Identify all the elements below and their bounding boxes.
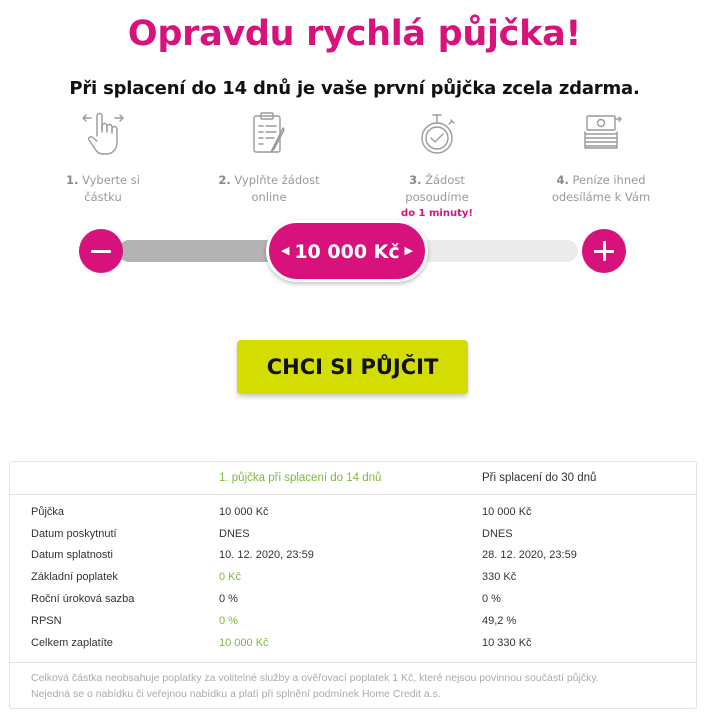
row-value-30-days: 10 330 Kč xyxy=(482,637,532,649)
step-4: 4. Peníze ihned odesíláme k Vám xyxy=(536,110,666,206)
table-row: Roční úroková sazba 0 % 0 % xyxy=(10,593,696,611)
table-divider-bottom xyxy=(10,662,696,663)
table-divider xyxy=(10,494,696,495)
step-4-text: 4. Peníze ihned odesíláme k Vám xyxy=(536,172,666,206)
row-value-14-days: DNES xyxy=(219,528,250,540)
table-row: Celkem zaplatíte 10 000 Kč 10 330 Kč xyxy=(10,637,696,655)
disclaimer-note: Celková částka neobsahuje poplatky za vo… xyxy=(31,670,681,702)
row-value-30-days: 330 Kč xyxy=(482,571,517,583)
header-14-days: 1. půjčka při splacení do 14 dnů xyxy=(219,472,382,484)
step-2-line2: online xyxy=(251,190,287,204)
row-label: Základní poplatek xyxy=(31,571,118,583)
table-row: Datum poskytnutí DNES DNES xyxy=(10,528,696,546)
row-label: RPSN xyxy=(31,615,62,627)
header-30-days: Při splacení do 30 dnů xyxy=(482,472,597,484)
table-row: Datum splatnosti 10. 12. 2020, 23:59 28. 1… xyxy=(10,549,696,567)
step-2-text: 2. Vyplňte žádost online xyxy=(204,172,334,206)
row-value-30-days: DNES xyxy=(482,528,513,540)
row-value-14-days: 0 % xyxy=(219,593,238,605)
step-3-text: 3. Žádost posoudíme xyxy=(372,172,502,206)
row-value-14-days: 10 000 Kč xyxy=(219,637,269,649)
slider-handle[interactable]: ◀ 10 000 Kč ▶ xyxy=(266,220,428,282)
row-value-30-days: 10 000 Kč xyxy=(482,506,532,518)
step-4-num: 4. xyxy=(556,173,569,187)
step-2-num: 2. xyxy=(218,173,231,187)
borrow-button[interactable]: CHCI SI PŮJČIT xyxy=(237,340,468,394)
step-2-line1: Vyplňte žádost xyxy=(234,173,320,187)
clipboard-form-icon xyxy=(253,112,285,153)
arrow-right-icon[interactable]: ▶ xyxy=(405,245,413,257)
slider-track-empty[interactable] xyxy=(410,240,578,262)
hand-swipe-icon xyxy=(82,112,124,155)
step-1: 1. Vyberte si částku xyxy=(38,110,168,206)
step-3-line2: posoudíme xyxy=(405,190,469,204)
row-label: Datum splatnosti xyxy=(31,549,113,561)
row-value-30-days: 28. 12. 2020, 23:59 xyxy=(482,549,577,561)
minus-icon xyxy=(91,250,111,253)
step-3-line1: Žádost xyxy=(425,173,465,187)
step-3-num: 3. xyxy=(409,173,422,187)
table-row: RPSN 0 % 49,2 % xyxy=(10,615,696,633)
step-2: 2. Vyplňte žádost online xyxy=(204,110,334,206)
step-4-line2: odesíláme k Vám xyxy=(551,190,651,204)
step-3-highlight: do 1 minuty! xyxy=(401,208,473,219)
step-1-text: 1. Vyberte si částku xyxy=(38,172,168,206)
slider-track-filled[interactable] xyxy=(118,240,288,262)
amount-value: 10 000 Kč xyxy=(294,241,400,263)
step-3: 3. Žádost posoudíme do 1 minuty! xyxy=(372,110,502,221)
row-label: Datum poskytnutí xyxy=(31,528,117,540)
money-stack-icon xyxy=(584,115,622,149)
step-1-line2: částku xyxy=(84,190,122,204)
row-value-30-days: 0 % xyxy=(482,593,501,605)
comparison-table: 1. půjčka při splacení do 14 dnů Při spl… xyxy=(9,461,697,709)
row-label: Roční úroková sazba xyxy=(31,593,135,605)
table-row: Půjčka 10 000 Kč 10 000 Kč xyxy=(10,506,696,524)
disclaimer-line-2: Nejedná se o nabídku či veřejnou nabídku… xyxy=(31,688,441,700)
decrease-amount-button[interactable] xyxy=(79,229,123,273)
stopwatch-icon xyxy=(421,114,455,154)
row-label: Celkem zaplatíte xyxy=(31,637,113,649)
step-4-line1: Peníze ihned xyxy=(572,173,646,187)
row-label: Půjčka xyxy=(31,506,65,518)
row-value-14-days: 10 000 Kč xyxy=(219,506,269,518)
increase-amount-button[interactable] xyxy=(582,229,626,273)
page-subtitle: Při splacení do 14 dnů je vaše první půj… xyxy=(69,78,640,99)
disclaimer-line-1: Celková částka neobsahuje poplatky za vo… xyxy=(31,672,599,684)
row-value-14-days: 0 % xyxy=(219,615,238,627)
step-1-line1: Vyberte si xyxy=(82,173,140,187)
step-1-num: 1. xyxy=(66,173,79,187)
page-title: Opravdu rychlá půjčka! xyxy=(127,14,582,54)
row-value-30-days: 49,2 % xyxy=(482,615,517,627)
plus-icon-vertical xyxy=(602,241,606,261)
row-value-14-days: 0 Kč xyxy=(219,571,242,583)
row-value-14-days: 10. 12. 2020, 23:59 xyxy=(219,549,314,561)
table-row: Základní poplatek 0 Kč 330 Kč xyxy=(10,571,696,589)
